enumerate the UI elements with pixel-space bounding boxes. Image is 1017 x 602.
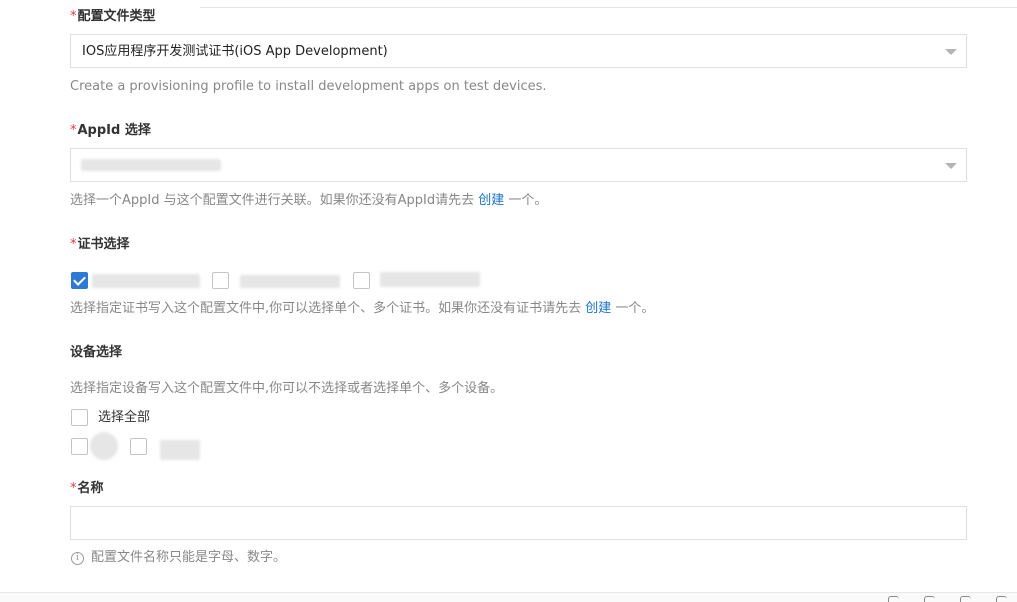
device-checkbox-2[interactable] [130, 438, 147, 455]
profile-type-help: Create a provisioning profile to install… [70, 79, 547, 94]
name-input[interactable] [70, 506, 967, 540]
required-mark: * [70, 481, 77, 496]
certificate-create-link[interactable]: 创建 [585, 301, 611, 316]
toolbar-icon-3[interactable] [960, 596, 971, 602]
device-label-text: 设备选择 [70, 345, 123, 360]
name-label-text: 名称 [77, 481, 104, 496]
appid-label-text: AppId 选择 [77, 123, 151, 138]
profile-type-label: *配置文件类型 [70, 8, 156, 26]
appid-help-suffix: 一个。 [504, 193, 548, 208]
select-all-devices-checkbox[interactable] [71, 409, 88, 426]
name-label: *名称 [70, 480, 104, 498]
select-all-devices-label: 选择全部 [98, 410, 151, 425]
certificate-label-text: 证书选择 [77, 237, 130, 252]
toolbar-icon-2[interactable] [924, 596, 935, 602]
profile-type-select[interactable]: IOS应用程序开发测试证书(iOS App Development) [70, 34, 967, 68]
info-icon: i [71, 552, 84, 565]
bottom-toolbar [0, 592, 1017, 602]
appid-label: *AppId 选择 [70, 122, 151, 140]
certificate-option-3-redacted [380, 272, 480, 287]
appid-create-link[interactable]: 创建 [478, 193, 504, 208]
top-divider [200, 7, 1017, 8]
certificate-option-2-redacted [240, 275, 340, 288]
name-hint: 配置文件名称只能是字母、数字。 [91, 550, 287, 565]
device-help: 选择指定设备写入这个配置文件中,你可以不选择或者选择单个、多个设备。 [70, 381, 504, 396]
device-label: 设备选择 [70, 344, 122, 362]
certificate-checkbox-1[interactable] [71, 272, 88, 289]
device-option-1-redacted [90, 432, 118, 460]
certificate-label: *证书选择 [70, 236, 130, 254]
required-mark: * [70, 123, 77, 138]
device-checkbox-1[interactable] [71, 438, 88, 455]
required-mark: * [70, 9, 77, 24]
certificate-option-1-redacted [92, 274, 200, 288]
certificate-checkbox-3[interactable] [353, 272, 370, 289]
required-mark: * [70, 237, 77, 252]
toolbar-icon-4[interactable] [996, 596, 1007, 602]
certificate-help-text: 选择指定证书写入这个配置文件中,你可以选择单个、多个证书。如果你还没有证书请先去 [70, 301, 586, 316]
certificate-help: 选择指定证书写入这个配置文件中,你可以选择单个、多个证书。如果你还没有证书请先去… [70, 300, 654, 318]
appid-help-text: 选择一个AppId 与这个配置文件进行关联。如果你还没有AppId请先去 [70, 193, 479, 208]
certificate-help-suffix: 一个。 [611, 301, 655, 316]
profile-type-label-text: 配置文件类型 [77, 9, 156, 24]
certificate-checkbox-2[interactable] [212, 272, 229, 289]
appid-select[interactable] [70, 148, 967, 182]
appid-help: 选择一个AppId 与这个配置文件进行关联。如果你还没有AppId请先去 创建 … [70, 192, 547, 210]
profile-type-selected-value: IOS应用程序开发测试证书(iOS App Development) [82, 44, 388, 59]
toolbar-icon-1[interactable] [888, 596, 899, 602]
provisioning-profile-form: *配置文件类型 IOS应用程序开发测试证书(iOS App Developmen… [0, 0, 1017, 602]
appid-redacted-value [81, 159, 221, 171]
caret-down-icon [945, 49, 957, 55]
device-option-2-redacted [160, 440, 200, 460]
caret-down-icon [945, 163, 957, 169]
